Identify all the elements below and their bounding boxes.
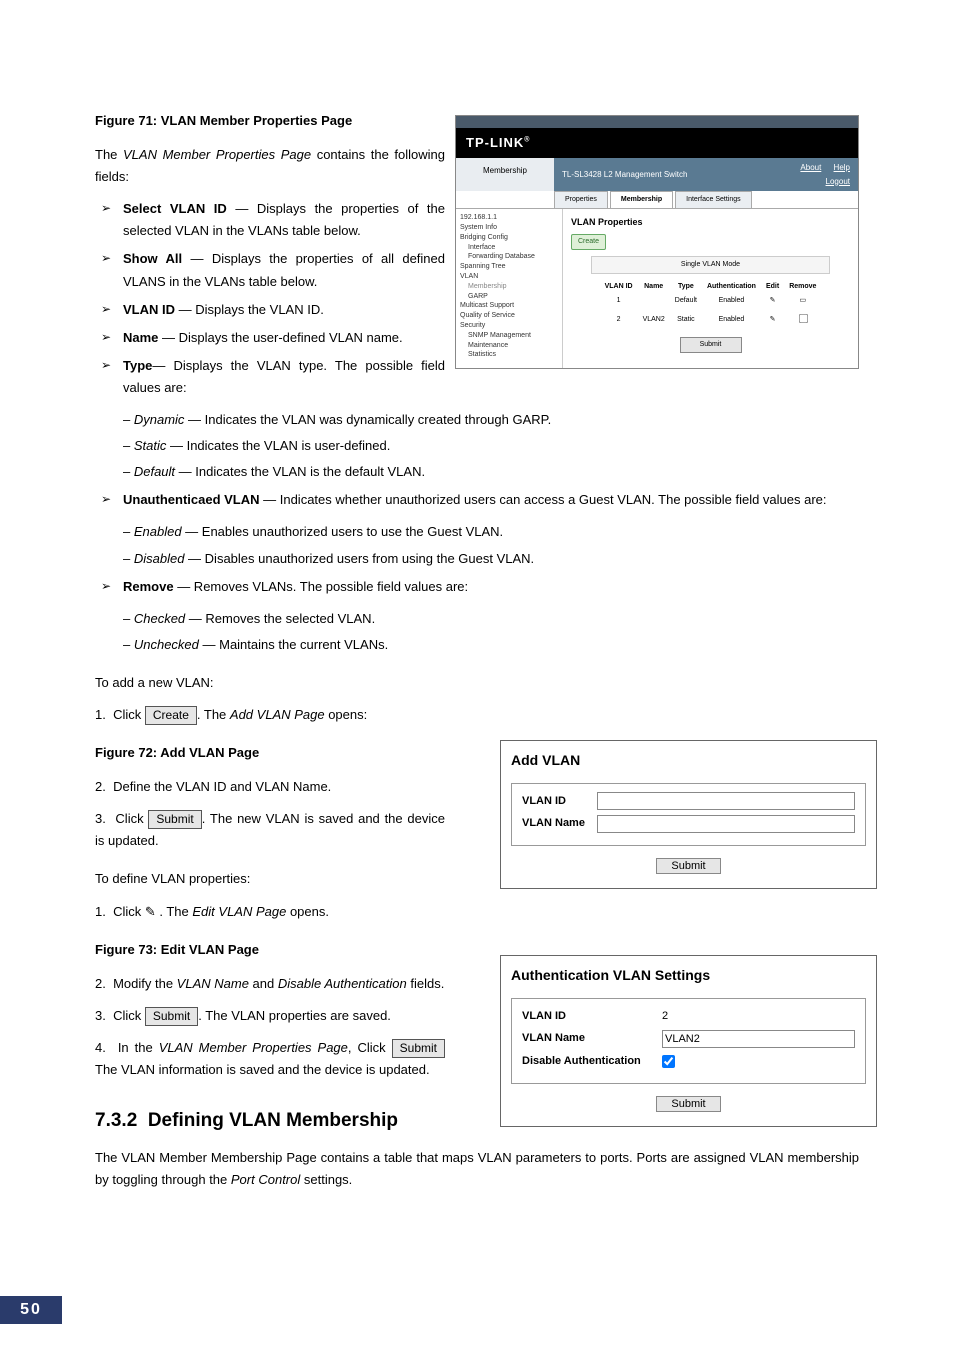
nav-tree[interactable]: 192.168.1.1 System Info Bridging Config … — [456, 209, 563, 368]
auth-vlan-panel: Authentication VLAN Settings VLAN ID2 VL… — [500, 955, 877, 1127]
define-lead: To define VLAN properties: — [95, 868, 445, 890]
panel-title: Add VLAN — [511, 749, 866, 773]
vlan-id-value: 2 — [662, 1007, 668, 1026]
table-row: 2VLAN2Static Enabled ✎ — [600, 308, 822, 331]
section-para: The VLAN Member Membership Page contains… — [95, 1147, 859, 1191]
vlan-id-label: VLAN ID — [522, 1007, 662, 1026]
disable-auth-label: Disable Authentication — [522, 1052, 662, 1071]
submit-button[interactable]: Submit — [145, 1007, 198, 1026]
unauth-disabled: – Disabled — Disables unauthorized users… — [95, 548, 859, 570]
bullet-show-all: Show All — Displays the properties of al… — [123, 248, 445, 292]
add-step-2: 2. Define the VLAN ID and VLAN Name. — [95, 776, 445, 798]
bullet-type: Type— Displays the VLAN type. The possib… — [123, 355, 445, 399]
edit-step-3: 3. Click Submit. The VLAN properties are… — [95, 1005, 445, 1027]
pencil-icon[interactable]: ✎ — [770, 316, 776, 323]
vlan-name-label: VLAN Name — [522, 1029, 662, 1048]
type-static: – Static — Indicates the VLAN is user-de… — [95, 435, 859, 457]
define-step-1: 1. Click ✎ . The Edit VLAN Page opens. — [95, 901, 445, 923]
figure-71-screenshot: TP-LINK® Membership TL-SL3428 L2 Managem… — [455, 115, 859, 369]
submit-button[interactable]: Submit — [392, 1039, 445, 1058]
submit-button[interactable]: Submit — [656, 1096, 720, 1112]
vlan-name-input[interactable] — [662, 1030, 855, 1048]
vlan-name-input[interactable] — [597, 815, 855, 833]
bullet-select-vlan-id: Select VLAN ID — Displays the properties… — [123, 198, 445, 242]
vlan-name-label: VLAN Name — [522, 814, 597, 833]
edit-step-2: 2. Modify the VLAN Name and Disable Auth… — [95, 973, 445, 995]
add-vlan-lead: To add a new VLAN: — [95, 672, 859, 694]
pencil-icon[interactable]: ✎ — [770, 297, 776, 304]
figure-73-caption: Figure 73: Edit VLAN Page — [95, 939, 445, 961]
side-title: Membership — [456, 158, 554, 191]
page-number: 50 — [0, 1296, 62, 1324]
pencil-icon[interactable]: ✎ — [145, 901, 156, 923]
vlan-mode: Single VLAN Mode — [591, 256, 830, 274]
vlan-id-label: VLAN ID — [522, 792, 597, 811]
panel-title: Authentication VLAN Settings — [511, 964, 866, 988]
bullet-vlan-id: VLAN ID — Displays the VLAN ID. — [123, 299, 445, 321]
unauth-enabled: – Enabled — Enables unauthorized users t… — [95, 521, 859, 543]
add-step-1: 1. Click Create. The Add VLAN Page opens… — [95, 704, 859, 726]
type-default: – Default — Indicates the VLAN is the de… — [95, 461, 859, 483]
type-dynamic: – Dynamic — Indicates the VLAN was dynam… — [95, 409, 859, 431]
remove-unchecked: – Unchecked — Maintains the current VLAN… — [95, 634, 859, 656]
vlan-id-input[interactable] — [597, 792, 855, 810]
tab-membership[interactable]: Membership — [610, 191, 673, 208]
disable-auth-checkbox[interactable] — [662, 1055, 675, 1068]
remove-checkbox[interactable] — [799, 314, 808, 323]
fig71-intro: The VLAN Member Properties Page contains… — [95, 144, 445, 188]
bullet-remove: Remove — Removes VLANs. The possible fie… — [123, 576, 859, 598]
create-button[interactable]: Create — [571, 234, 606, 250]
submit-button[interactable]: Submit — [656, 858, 720, 874]
logout-link[interactable]: Logout — [826, 175, 850, 189]
table-row: 1Default Enabled ✎ ▭ — [600, 294, 822, 308]
submit-button[interactable]: Submit — [680, 337, 742, 353]
submit-button[interactable]: Submit — [148, 810, 201, 829]
help-link[interactable]: Help — [834, 163, 850, 172]
about-link[interactable]: About — [800, 163, 821, 172]
tab-properties[interactable]: Properties — [554, 191, 608, 208]
add-step-3: 3. Click Submit. The new VLAN is saved a… — [95, 808, 445, 852]
bullet-unauth: Unauthenticaed VLAN — Indicates whether … — [123, 489, 859, 511]
remove-checked: – Checked — Removes the selected VLAN. — [95, 608, 859, 630]
vlan-table: VLAN IDNameType AuthenticationEditRemove… — [600, 280, 822, 331]
edit-step-4: 4. In the VLAN Member Properties Page, C… — [95, 1037, 445, 1081]
create-button[interactable]: Create — [145, 706, 197, 725]
panel-title: VLAN Properties — [571, 215, 850, 230]
device-title: TL-SL3428 L2 Management Switch — [562, 168, 687, 182]
add-vlan-panel: Add VLAN VLAN ID VLAN Name Submit — [500, 740, 877, 889]
bullet-name: Name — Displays the user-defined VLAN na… — [123, 327, 445, 349]
tplink-logo: TP-LINK® — [456, 128, 858, 158]
tab-interface-settings[interactable]: Interface Settings — [675, 191, 751, 208]
